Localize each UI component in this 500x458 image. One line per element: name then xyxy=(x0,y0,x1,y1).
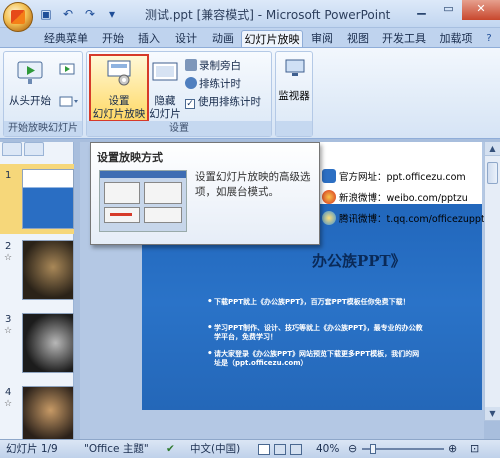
setup-show-icon xyxy=(107,60,131,86)
tab-home[interactable]: 开始 xyxy=(97,30,129,48)
setup-dialog-preview-image xyxy=(99,170,187,232)
undo-icon[interactable]: ↶ xyxy=(60,6,76,22)
zoom-level: 40% xyxy=(316,443,340,455)
spell-check-icon[interactable]: ✔ xyxy=(166,440,175,458)
theme-name: "Office 主题" xyxy=(84,443,149,455)
record-narration-button[interactable]: 录制旁白 xyxy=(185,58,241,74)
rehearse-timings-button[interactable]: 排练计时 xyxy=(185,76,241,92)
tab-developer[interactable]: 开发工具 xyxy=(379,30,429,48)
close-button[interactable]: ✕ xyxy=(462,0,500,20)
setup-slide-show-button[interactable]: 设置 幻灯片放映 xyxy=(89,54,149,122)
monitors-label: 监视器 xyxy=(278,90,310,102)
tab-view[interactable]: 视图 xyxy=(342,30,374,48)
setup-show-tooltip: 设置放映方式 设置幻灯片放映的高级选项，如展台模式。 xyxy=(90,142,320,245)
custom-slide-show-icon[interactable] xyxy=(59,94,79,110)
window-title: 测试.ppt [兼容模式] - Microsoft PowerPoint xyxy=(145,8,391,22)
slide-number: 2 xyxy=(5,241,12,252)
zoom-in-icon[interactable]: ⊕ xyxy=(448,440,457,458)
slide-show-view-icon[interactable] xyxy=(290,444,302,455)
slide-number: 1 xyxy=(5,170,12,181)
group-start-slide-show: 从头开始 开始放映幻灯片 xyxy=(3,51,83,137)
microphone-icon xyxy=(185,59,197,71)
slide-thumbnail-1[interactable] xyxy=(22,169,74,229)
window-controls: ▁ ▭ ✕ xyxy=(408,0,500,20)
transition-star-icon: ☆ xyxy=(4,253,13,263)
use-timings-checkbox[interactable]: ✓ 使用排练计时 xyxy=(185,94,261,110)
zoom-slider-thumb[interactable] xyxy=(370,444,376,454)
customize-qat-icon[interactable]: ▾ xyxy=(104,6,120,22)
scroll-down-icon[interactable]: ▼ xyxy=(485,407,500,421)
projector-play-icon xyxy=(17,61,43,84)
slide-weibo-sina: 新浪微博：weibo.com/pptzu xyxy=(322,190,468,206)
slide-number: 3 xyxy=(5,314,12,325)
slide-thumbnail-4[interactable] xyxy=(22,386,74,446)
save-icon[interactable]: ▣ xyxy=(38,6,54,22)
slides-panel: 1 2 ☆ 3 ☆ 4 ☆ xyxy=(0,142,74,446)
minimize-button[interactable]: ▁ xyxy=(408,0,435,20)
slide-weibo-qq: 腾讯微博：t.qq.com/officezuppt xyxy=(322,211,485,227)
zoom-out-icon[interactable]: ⊖ xyxy=(348,440,357,458)
vertical-scrollbar[interactable]: ▲ ▼ xyxy=(484,142,500,421)
slide-sorter-icon[interactable] xyxy=(274,444,286,455)
tooltip-body: 设置幻灯片放映的高级选项，如展台模式。 xyxy=(195,171,311,198)
outline-tab[interactable] xyxy=(24,142,44,156)
tooltip-title: 设置放映方式 xyxy=(97,151,163,164)
slide-count: 幻灯片 1/9 xyxy=(6,443,58,455)
group-monitors: 监视器 xyxy=(275,51,313,137)
group-setup: 设置 幻灯片放映 隐藏 幻灯片 录制旁白 排练计时 ✓ 使用排练计时 设置 xyxy=(86,51,272,137)
tab-add-ins[interactable]: 加载项 xyxy=(434,30,478,48)
transition-star-icon: ☆ xyxy=(4,326,13,336)
scroll-thumb[interactable] xyxy=(487,162,498,184)
tab-review[interactable]: 审阅 xyxy=(306,30,338,48)
tab-classic-menu[interactable]: 经典菜单 xyxy=(40,30,92,48)
slide-website: 官方网址：ppt.officezu.com xyxy=(322,169,466,185)
clock-icon xyxy=(185,77,197,89)
redo-icon[interactable]: ↷ xyxy=(82,6,98,22)
status-bar: 幻灯片 1/9 "Office 主题" ✔ 中文(中国) 40% ⊖ ⊕ ⊡ xyxy=(0,439,500,458)
monitor-icon[interactable] xyxy=(284,58,306,78)
title-bar: ▣ ↶ ↷ ▾ 测试.ppt [兼容模式] - Microsoft PowerP… xyxy=(0,0,500,28)
checkbox-checked-icon: ✓ xyxy=(185,99,195,109)
maximize-button[interactable]: ▭ xyxy=(435,0,462,20)
from-current-slide-icon[interactable] xyxy=(59,62,75,78)
slide-thumbnail-2[interactable] xyxy=(22,240,74,300)
slide-number: 4 xyxy=(5,387,12,398)
slide-bullet: 学习PPT制作、设计、技巧等就上《办公族PPT》，最专业的办公教学平台，免费学习… xyxy=(207,324,424,342)
fit-to-window-icon[interactable]: ⊡ xyxy=(470,440,479,458)
from-beginning-button[interactable]: 从头开始 xyxy=(8,56,52,108)
panel-tabs xyxy=(2,142,44,158)
slide-bullet: 下载PPT就上《办公族PPT》，百万套PPT模板任你免费下载！ xyxy=(207,298,424,307)
office-logo-icon xyxy=(11,10,25,24)
group-label-start: 开始放映幻灯片 xyxy=(4,121,82,136)
ribbon: 从头开始 开始放映幻灯片 设置 幻灯片放映 隐藏 幻灯片 录制旁白 排练计时 ✓… xyxy=(0,47,500,139)
quick-access-toolbar: ▣ ↶ ↷ ▾ xyxy=(38,6,120,22)
office-button[interactable] xyxy=(3,2,33,32)
slides-tab[interactable] xyxy=(2,142,22,156)
sina-weibo-icon xyxy=(322,190,336,204)
tencent-weibo-icon xyxy=(322,211,336,225)
scroll-up-icon[interactable]: ▲ xyxy=(485,142,500,156)
ribbon-tabs: 经典菜单 开始 插入 设计 动画 幻灯片放映 审阅 视图 开发工具 加载项 ? xyxy=(0,28,500,48)
hide-slide-button[interactable]: 隐藏 幻灯片 xyxy=(149,56,181,120)
tab-slide-show[interactable]: 幻灯片放映 xyxy=(241,30,303,48)
tab-design[interactable]: 设计 xyxy=(170,30,202,48)
officezu-logo-icon xyxy=(322,169,336,183)
slide-bullet: 请大家登录《办公族PPT》网站预览下载更多PPT模板，我们的网址是（ppt.of… xyxy=(207,350,424,368)
normal-view-icon[interactable] xyxy=(258,444,270,455)
hide-slide-icon xyxy=(152,62,178,81)
slide-title: 办公族PPT》 xyxy=(312,252,406,270)
tab-animations[interactable]: 动画 xyxy=(207,30,239,48)
group-label-monitors xyxy=(276,121,312,136)
language: 中文(中国) xyxy=(190,443,241,455)
group-label-setup: 设置 xyxy=(87,121,271,136)
slide-thumbnail-3[interactable] xyxy=(22,313,74,373)
help-icon[interactable]: ? xyxy=(482,30,496,48)
transition-star-icon: ☆ xyxy=(4,399,13,409)
tab-insert[interactable]: 插入 xyxy=(133,30,165,48)
